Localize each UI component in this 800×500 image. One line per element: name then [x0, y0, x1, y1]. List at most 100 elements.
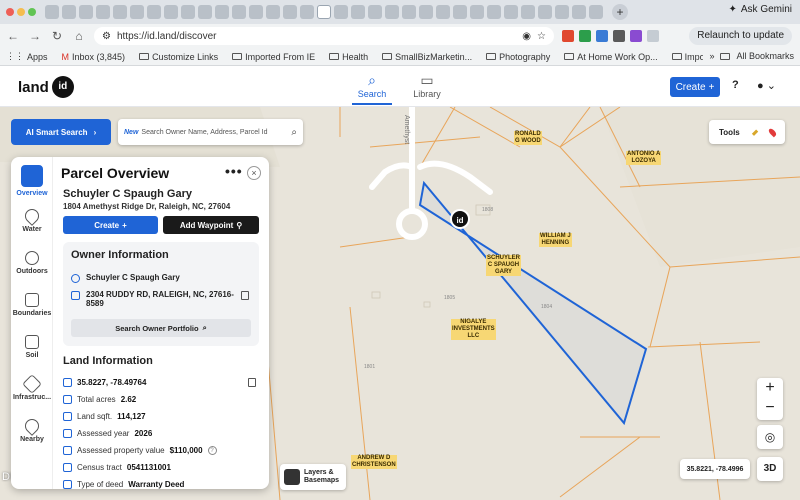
- browser-tab[interactable]: [79, 5, 93, 19]
- owner-label[interactable]: ANTONIO A LOZOYA: [626, 151, 662, 165]
- ruler-icon[interactable]: [751, 128, 759, 136]
- tools-panel[interactable]: Tools: [709, 120, 785, 144]
- bookmark-folder-health[interactable]: Health: [329, 52, 368, 62]
- bookmark-star-icon[interactable]: ☆: [537, 31, 546, 42]
- browser-tab[interactable]: [181, 5, 195, 19]
- rail-item-soil[interactable]: Soil: [11, 335, 53, 359]
- relaunch-button[interactable]: Relaunch to update: [689, 27, 792, 45]
- rail-item-infrastructure[interactable]: Infrastruc...: [11, 374, 53, 401]
- add-waypoint-button[interactable]: Add Waypoint ⚲: [163, 216, 259, 234]
- reload-icon[interactable]: ↻: [50, 29, 64, 43]
- browser-tab[interactable]: [385, 5, 399, 19]
- close-window-dot[interactable]: [6, 8, 14, 16]
- browser-tab[interactable]: [487, 5, 501, 19]
- rail-item-outdoors[interactable]: Outdoors: [11, 251, 53, 275]
- forward-icon[interactable]: →: [28, 29, 42, 43]
- browser-tab[interactable]: [113, 5, 127, 19]
- search-owner-portfolio-button[interactable]: Search Owner Portfolio ⌕: [71, 319, 251, 337]
- browser-tab[interactable]: [589, 5, 603, 19]
- account-menu-button[interactable]: ● ⌄: [757, 79, 776, 92]
- bookmark-inbox[interactable]: M Inbox (3,845): [62, 52, 126, 62]
- rail-item-nearby[interactable]: Nearby: [11, 416, 53, 443]
- bookmark-customize-links[interactable]: Customize Links: [139, 52, 218, 62]
- more-options-icon[interactable]: •••: [225, 163, 243, 179]
- browser-tab[interactable]: [232, 5, 246, 19]
- rail-item-overview[interactable]: Overview: [11, 165, 53, 197]
- browser-tab[interactable]: [419, 5, 433, 19]
- extension-icon[interactable]: [579, 30, 591, 42]
- locate-me-button[interactable]: ◎: [757, 425, 783, 449]
- browser-tab[interactable]: [453, 5, 467, 19]
- help-circle-icon[interactable]: ?: [207, 446, 217, 455]
- extensions-puzzle-icon[interactable]: [647, 30, 659, 42]
- zoom-out-button[interactable]: −: [757, 398, 783, 418]
- browser-tab[interactable]: [164, 5, 178, 19]
- help-button[interactable]: ?: [732, 79, 739, 91]
- id-location-marker[interactable]: id: [450, 209, 470, 229]
- browser-tab[interactable]: [130, 5, 144, 19]
- browser-tab[interactable]: [436, 5, 450, 19]
- owner-label[interactable]: WILLIAM J HENNING: [539, 233, 572, 247]
- location-icon[interactable]: ◉: [522, 31, 531, 42]
- zoom-in-button[interactable]: +: [757, 378, 783, 398]
- browser-tab[interactable]: [198, 5, 212, 19]
- tab-search[interactable]: ⌕ Search: [352, 71, 392, 105]
- minimize-window-dot[interactable]: [17, 8, 25, 16]
- browser-tab[interactable]: [147, 5, 161, 19]
- ai-smart-search-button[interactable]: AI Smart Search ›: [11, 119, 111, 145]
- extension-icon[interactable]: [613, 30, 625, 42]
- browser-tab[interactable]: [45, 5, 59, 19]
- tab-library[interactable]: ▭ Library: [407, 71, 447, 99]
- bookmark-folder-photography[interactable]: Photography: [486, 52, 550, 62]
- search-input[interactable]: New Search Owner Name, Address, Parcel I…: [118, 119, 303, 145]
- extension-icon[interactable]: [596, 30, 608, 42]
- map-pin-icon[interactable]: [767, 127, 778, 137]
- all-bookmarks[interactable]: » All Bookmarks: [703, 51, 794, 61]
- browser-tab[interactable]: [368, 5, 382, 19]
- browser-tab[interactable]: [96, 5, 110, 19]
- bookmark-folder-imported[interactable]: Imported From IE: [232, 52, 315, 62]
- browser-tab[interactable]: [351, 5, 365, 19]
- land-id-logo[interactable]: land id: [18, 76, 74, 98]
- browser-tab[interactable]: [555, 5, 569, 19]
- close-icon[interactable]: ×: [247, 166, 261, 180]
- extension-icon[interactable]: [630, 30, 642, 42]
- copy-icon[interactable]: [248, 378, 256, 387]
- new-tab-button[interactable]: +: [612, 4, 628, 20]
- browser-tab[interactable]: [215, 5, 229, 19]
- extension-icon[interactable]: [562, 30, 574, 42]
- bookmark-folder-athome[interactable]: At Home Work Op...: [564, 52, 658, 62]
- browser-tab[interactable]: [521, 5, 535, 19]
- copy-icon[interactable]: [241, 291, 249, 300]
- browser-tab[interactable]: [470, 5, 484, 19]
- rail-item-water[interactable]: Water: [11, 206, 53, 233]
- bookmark-apps[interactable]: ⋮⋮ Apps: [6, 51, 48, 62]
- browser-tab[interactable]: [334, 5, 348, 19]
- bookmark-folder-smallbiz[interactable]: SmallBizMarketin...: [382, 52, 472, 62]
- back-icon[interactable]: ←: [6, 29, 20, 43]
- owner-label[interactable]: RONALD G WOOD: [514, 131, 542, 145]
- panel-create-button[interactable]: Create +: [63, 216, 158, 234]
- layers-basemaps-button[interactable]: Layers & Basemaps: [280, 464, 346, 490]
- browser-tab[interactable]: [266, 5, 280, 19]
- owner-label[interactable]: NIGALYE INVESTMENTS LLC: [451, 319, 496, 340]
- browser-tab[interactable]: [572, 5, 586, 19]
- maximize-window-dot[interactable]: [28, 8, 36, 16]
- home-icon[interactable]: ⌂: [72, 29, 86, 43]
- browser-tab[interactable]: [249, 5, 263, 19]
- browser-tab[interactable]: [62, 5, 76, 19]
- url-field[interactable]: ⚙ https://id.land/discover ◉ ☆: [94, 27, 554, 45]
- browser-tab[interactable]: [300, 5, 314, 19]
- browser-tab-active[interactable]: [317, 5, 331, 19]
- 3d-toggle-button[interactable]: 3D: [757, 457, 783, 481]
- browser-tab[interactable]: [504, 5, 518, 19]
- owner-label-selected[interactable]: SCHUYLER C SPAUGH GARY: [486, 255, 522, 276]
- browser-tab[interactable]: [283, 5, 297, 19]
- search-icon[interactable]: ⌕: [291, 127, 297, 138]
- create-button[interactable]: Create +: [670, 77, 720, 97]
- site-info-icon[interactable]: ⚙: [102, 31, 111, 42]
- rail-item-boundaries[interactable]: Boundaries: [11, 293, 53, 317]
- owner-label[interactable]: ANDREW D CHRISTENSON: [351, 455, 397, 469]
- browser-tab[interactable]: [538, 5, 552, 19]
- browser-tab[interactable]: [402, 5, 416, 19]
